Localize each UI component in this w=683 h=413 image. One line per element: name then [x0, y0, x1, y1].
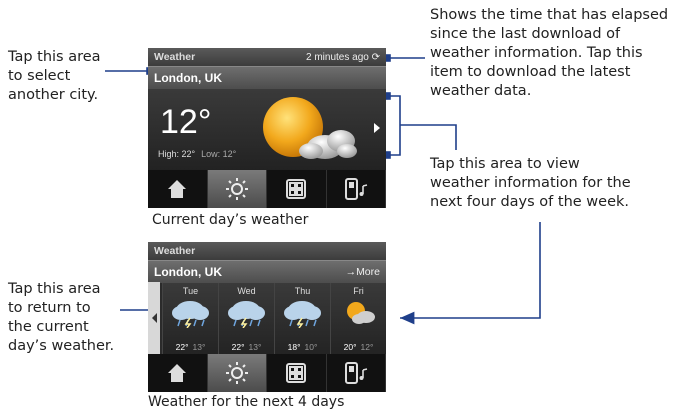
weather-widget-current: Weather 2 minutes ago ⟳ London, UK 12° H… [148, 48, 386, 208]
forecast-day: Wed 22° 13° [218, 283, 274, 355]
annotation-line: item to download the latest [430, 64, 631, 80]
forecast-day: Fri 20° 12° [330, 283, 386, 355]
high-low: High: 22° Low: 12° [158, 149, 236, 159]
annotation-line: to return to [8, 300, 91, 316]
current-temperature: 12° [160, 103, 212, 141]
grid-icon [286, 179, 307, 199]
annotation-return: Tap this area to return to the current d… [8, 280, 114, 356]
annotation-line: weather data. [430, 83, 532, 99]
back-to-current-button[interactable] [148, 282, 160, 354]
day-low: 10° [304, 342, 318, 352]
annotation-line: Tap this area [8, 49, 101, 65]
annotation-line: another city. [8, 87, 99, 103]
high-temp: High: 22° [158, 149, 196, 159]
annotation-line: weather information for the [430, 175, 631, 191]
sun-icon [225, 362, 248, 384]
tab-apps[interactable] [267, 170, 327, 208]
annotation-line: Shows the time that has elapsed [430, 7, 669, 23]
caption-current: Current day’s weather [152, 212, 309, 228]
forecast-days: Tue 22° 13° Wed 22° 13° Thu 18° 10° Fri … [162, 283, 386, 355]
widget-title: Weather [154, 245, 196, 257]
tab-apps[interactable] [267, 354, 327, 392]
tab-weather[interactable] [207, 170, 267, 208]
tab-media[interactable] [327, 354, 386, 392]
home-icon [168, 364, 187, 382]
day-high: 20° [343, 342, 357, 352]
sun-icon [225, 178, 248, 200]
day-temps: 18° 10° [275, 342, 330, 352]
last-update-text: 2 minutes ago [306, 51, 369, 63]
day-name: Wed [237, 286, 256, 296]
sun-cloud-icon [346, 302, 375, 324]
next-days-arrow-icon[interactable] [374, 123, 380, 133]
more-link[interactable]: →More [346, 266, 380, 278]
annotation-line: since the last download of [430, 26, 621, 42]
tab-media[interactable] [327, 170, 386, 208]
annotation-line: the current [8, 319, 89, 335]
annotation-elapsed: Shows the time that has elapsed since th… [430, 6, 668, 101]
day-low: 13° [192, 342, 206, 352]
annotation-line: next four days of the week. [430, 194, 629, 210]
refresh-icon: ⟳ [371, 51, 380, 63]
day-temps: 20° 12° [331, 342, 386, 352]
widget-title-bar: Weather 2 minutes ago ⟳ [148, 48, 386, 66]
tab-home[interactable] [148, 354, 208, 392]
widget-title-bar: Weather [148, 242, 386, 260]
day-temps: 22° 13° [163, 342, 218, 352]
tab-bar [148, 170, 386, 208]
day-high: 22° [175, 342, 189, 352]
phone-music-icon [344, 362, 367, 384]
tab-bar [148, 354, 386, 392]
forecast-day: Thu 18° 10° [274, 283, 330, 355]
city-name: London, UK [154, 71, 222, 85]
sun-cloud-icon [263, 97, 357, 159]
forecast-day: Tue 22° 13° [162, 283, 218, 355]
tab-weather[interactable] [207, 354, 267, 392]
annotation-four-days: Tap this area to view weather informatio… [430, 155, 631, 212]
caption-next: Weather for the next 4 days [148, 394, 345, 410]
last-update-button[interactable]: 2 minutes ago ⟳ [306, 52, 380, 63]
city-name: London, UK [154, 265, 222, 279]
day-name: Tue [182, 286, 199, 296]
day-high: 22° [231, 342, 245, 352]
current-weather-area[interactable]: 12° High: 22° Low: 12° [148, 89, 386, 171]
storm-cloud-icon [171, 301, 209, 329]
annotation-line: day’s weather. [8, 338, 115, 354]
annotation-line: Tap this area to view [430, 156, 580, 172]
city-selector[interactable]: London, UK [148, 66, 386, 89]
weather-widget-forecast: Weather London, UK →More Tue 22° 13° Wed … [148, 242, 386, 392]
low-temp: Low: 12° [201, 149, 237, 159]
annotation-select-city: Tap this area to select another city. [8, 48, 101, 105]
storm-cloud-icon [227, 301, 265, 329]
day-low: 12° [360, 342, 374, 352]
day-high: 18° [287, 342, 301, 352]
annotation-line: Tap this area [8, 281, 101, 297]
tab-home[interactable] [148, 170, 208, 208]
grid-icon [286, 363, 307, 383]
day-name: Thu [294, 286, 311, 296]
storm-cloud-icon [283, 301, 321, 329]
day-low: 13° [248, 342, 262, 352]
widget-title: Weather [154, 51, 196, 63]
day-name: Fri [353, 286, 364, 296]
annotation-line: to select [8, 68, 71, 84]
chevron-left-icon [151, 313, 157, 323]
annotation-line: weather information. Tap this [430, 45, 643, 61]
day-temps: 22° 13° [219, 342, 274, 352]
city-selector[interactable]: London, UK →More [148, 260, 386, 283]
phone-music-icon [344, 178, 367, 200]
home-icon [168, 180, 187, 198]
